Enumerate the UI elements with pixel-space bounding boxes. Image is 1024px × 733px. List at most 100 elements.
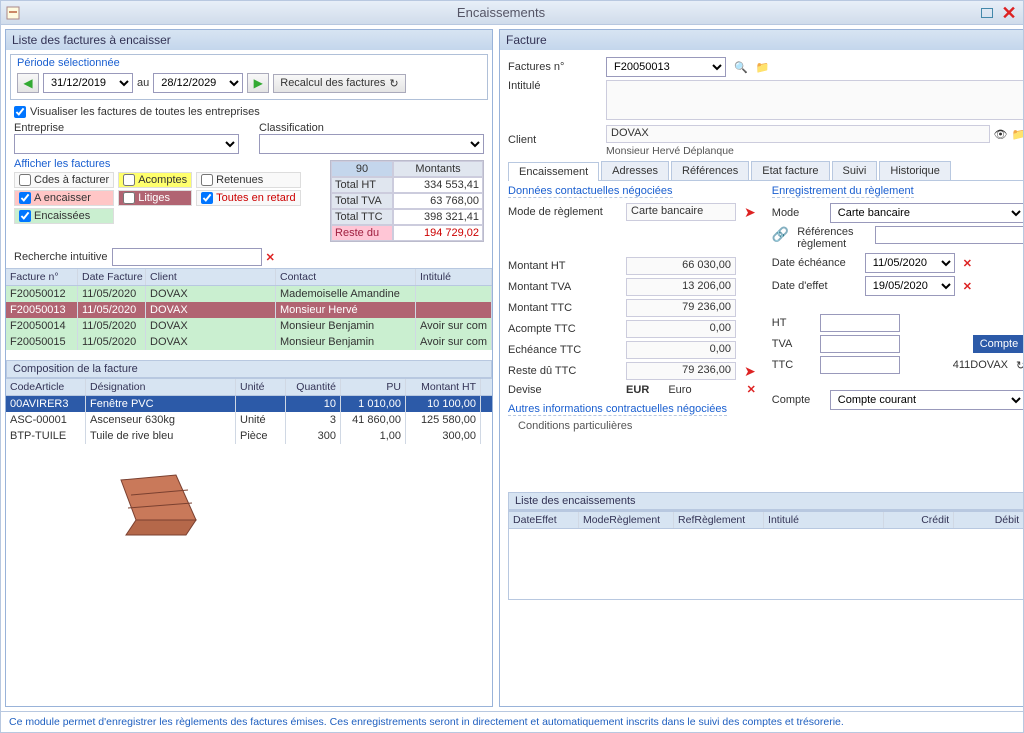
tva-label: TVA [772, 338, 812, 350]
filter-retenues[interactable]: Retenues [196, 172, 301, 188]
ttc-label: TTC [772, 359, 812, 371]
tab-historique[interactable]: Historique [879, 161, 951, 180]
ht-input[interactable] [820, 314, 900, 332]
enc-col-debit[interactable]: Débit [954, 512, 1023, 528]
enc-col-ref[interactable]: RefRèglement [674, 512, 764, 528]
facture-num-label: Factures n° [508, 61, 598, 73]
tab-encaissement[interactable]: Encaissement [508, 162, 599, 181]
entreprise-select[interactable] [14, 134, 239, 154]
devise-text: Euro [668, 384, 691, 396]
tab-etat[interactable]: Etat facture [751, 161, 829, 180]
compte-button[interactable]: Compte [973, 335, 1023, 353]
tabs: Encaissement Adresses Références Etat fa… [508, 161, 1023, 181]
comp-row-selected[interactable]: 00AVIRER3Fenêtre PVC101 010,0010 100,00 [6, 396, 492, 412]
search-input[interactable] [112, 248, 262, 266]
col-num[interactable]: Facture n° [6, 269, 78, 285]
ac-value: 0,00 [626, 320, 736, 338]
facture-row[interactable]: F2005001211/05/2020DOVAXMademoiselle Ama… [6, 286, 492, 302]
col-contact[interactable]: Contact [276, 269, 416, 285]
comp-col-pu[interactable]: PU [341, 379, 406, 395]
close-button[interactable]: ✕ [999, 5, 1019, 21]
recalc-button[interactable]: Recalcul des factures [273, 74, 405, 93]
comp-col-des[interactable]: Désignation [86, 379, 236, 395]
totals-reste: 194 729,02 [393, 225, 483, 241]
filter-acomptes[interactable]: Acomptes [118, 172, 192, 188]
titlebar: Encaissements ✕ [1, 1, 1023, 25]
tab-references[interactable]: Références [671, 161, 749, 180]
totals-reste-label: Reste du [331, 225, 393, 241]
arrow-icon[interactable]: ➤ [744, 363, 756, 380]
mode-label: Mode de règlement [508, 206, 618, 218]
eye-icon[interactable]: 👁 [994, 128, 1008, 141]
facture-num-select[interactable]: F20050013 [606, 57, 726, 77]
ttc-input[interactable] [820, 356, 900, 374]
visualiser-label: Visualiser les factures de toutes les en… [30, 106, 260, 118]
filter-aencaisser[interactable]: A encaisser [14, 190, 114, 206]
deche-select[interactable]: 11/05/2020 [865, 253, 955, 273]
mode2-select[interactable]: Carte bancaire [830, 203, 1023, 223]
folder-icon[interactable]: 📁 [756, 61, 770, 74]
col-intitule[interactable]: Intitulé [416, 269, 492, 285]
period-to[interactable]: 28/12/2029 [153, 73, 243, 93]
window-title: Encaissements [27, 5, 975, 20]
visualiser-check[interactable]: Visualiser les factures de toutes les en… [14, 106, 484, 118]
col-client[interactable]: Client [146, 269, 276, 285]
period-au: au [137, 77, 149, 89]
mtva-label: Montant TVA [508, 281, 618, 293]
refresh-icon[interactable]: ↻ [1016, 359, 1023, 372]
comp-row[interactable]: ASC-00001Ascenseur 630kgUnité341 860,001… [6, 412, 492, 428]
binoculars-icon[interactable]: 🔍 [734, 61, 748, 74]
devise-clear-icon[interactable]: ✕ [747, 383, 756, 396]
facture-row-selected[interactable]: F2005001311/05/2020DOVAXMonsieur Hervé [6, 302, 492, 318]
search-label: Recherche intuitive [14, 251, 108, 263]
filter-toutes[interactable]: Toutes en retard [196, 190, 301, 206]
enc-col-credit[interactable]: Crédit [884, 512, 954, 528]
period-from[interactable]: 31/12/2019 [43, 73, 133, 93]
mode-value: Carte bancaire [626, 203, 736, 221]
tab-adresses[interactable]: Adresses [601, 161, 669, 180]
comp-row[interactable]: BTP-TUILETuile de rive bleuPièce3001,003… [6, 428, 492, 444]
facture-row[interactable]: F2005001511/05/2020DOVAXMonsieur Benjami… [6, 334, 492, 350]
totals-tva-label: Total TVA [331, 193, 393, 209]
filter-cdes[interactable]: Cdes à facturer [14, 172, 114, 188]
ech-label: Echéance TTC [508, 344, 618, 356]
app-icon [5, 5, 21, 21]
col-date[interactable]: Date Facture [78, 269, 146, 285]
enc-col-date[interactable]: DateEffet [509, 512, 579, 528]
classification-label: Classification [259, 122, 484, 134]
totals-ttc-label: Total TTC [331, 209, 393, 225]
classification-select[interactable] [259, 134, 484, 154]
deff-clear-icon[interactable]: ✕ [963, 280, 972, 293]
enc-col-int[interactable]: Intitulé [764, 512, 884, 528]
tab-suivi[interactable]: Suivi [832, 161, 878, 180]
entreprise-label: Entreprise [14, 122, 239, 134]
filter-litiges[interactable]: Litiges [118, 190, 192, 206]
deff-select[interactable]: 19/05/2020 [865, 276, 955, 296]
client-folder-icon[interactable]: 📁 [1012, 128, 1023, 141]
period-prev-button[interactable]: ◀ [17, 73, 39, 93]
link-icon[interactable]: 🔗 [772, 226, 789, 243]
search-clear-icon[interactable]: ✕ [266, 251, 275, 264]
deche-clear-icon[interactable]: ✕ [963, 257, 972, 270]
totals-montants-label: Montants [393, 161, 483, 177]
comp-col-unite[interactable]: Unité [236, 379, 286, 395]
facture-table: Facture n° Date Facture Client Contact I… [6, 268, 492, 350]
tva-input[interactable] [820, 335, 900, 353]
compte-select[interactable]: Compte courant [830, 390, 1023, 410]
comp-col-mht[interactable]: Montant HT [406, 379, 481, 395]
facture-row[interactable]: F2005001411/05/2020DOVAXMonsieur Benjami… [6, 318, 492, 334]
client-label: Client [508, 134, 598, 146]
enc-col-mode[interactable]: ModeRèglement [579, 512, 674, 528]
period-label: Période sélectionnée [17, 57, 481, 69]
period-next-button[interactable]: ▶ [247, 73, 269, 93]
comp-col-code[interactable]: CodeArticle [6, 379, 86, 395]
totals-ht-label: Total HT [331, 177, 393, 193]
maximize-button[interactable] [977, 5, 997, 21]
comp-col-qte[interactable]: Quantité [286, 379, 341, 395]
mttc-value: 79 236,00 [626, 299, 736, 317]
filter-encaissees[interactable]: Encaissées [14, 208, 114, 224]
cond-label: Conditions particulières [518, 420, 756, 432]
ref-input[interactable] [875, 226, 1023, 244]
arrow-icon[interactable]: ➤ [744, 204, 756, 221]
client-value: DOVAX [606, 125, 990, 143]
